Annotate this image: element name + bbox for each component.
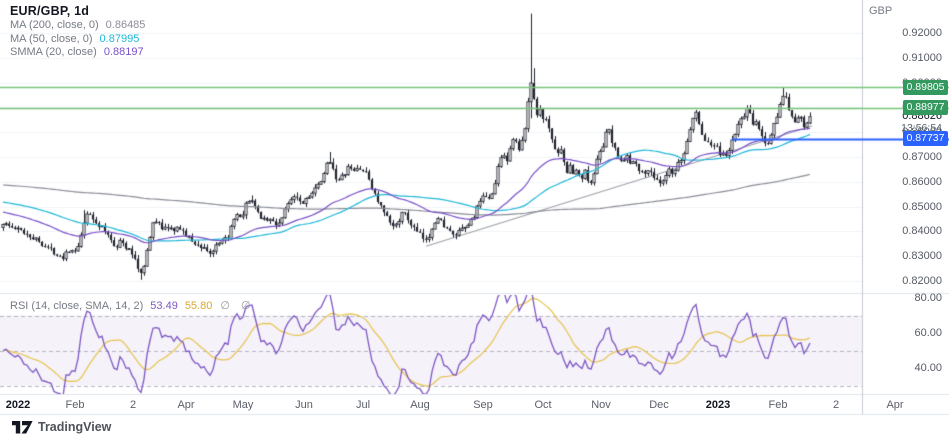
tradingview-chart-window: EUR/GBP, 1d MA (200, close, 0) 0.86485 MA… [0, 0, 949, 439]
time-axis-label: 2 [832, 399, 840, 411]
smma20-label: SMMA (20, close) [10, 46, 97, 58]
tradingview-wordmark: TradingView [38, 420, 112, 434]
support-level-badge[interactable]: 0.87737 [903, 131, 948, 147]
time-axis-label: Dec [649, 399, 669, 411]
price-axis-label: 0.91000 [902, 51, 942, 64]
legend-row-ma200[interactable]: MA (200, close, 0) 0.86485 [10, 19, 145, 33]
rsi-axis-label: 40.00 [914, 362, 942, 374]
rsi-value: 53.49 [150, 300, 178, 312]
price-axis-label: 0.87000 [902, 151, 942, 163]
price-axis-label: 0.83000 [902, 250, 942, 263]
alert-level-badge-2[interactable]: 0.88977 [903, 100, 948, 116]
chart-canvas[interactable] [0, 0, 949, 439]
legend-row-ma50[interactable]: MA (50, close, 0) 0.87995 [10, 33, 145, 47]
symbol-title[interactable]: EUR/GBP, 1d [10, 3, 145, 19]
time-axis-label: Jun [295, 399, 313, 411]
ma200-value: 0.86485 [105, 19, 146, 31]
price-axis-label: 0.86000 [902, 175, 942, 188]
price-axis-label: 0.85000 [902, 200, 942, 213]
time-axis-label: Apr [177, 399, 195, 411]
time-axis-label: Nov [591, 399, 611, 411]
time-axis-label: Oct [534, 399, 552, 411]
ma50-value: 0.87995 [99, 32, 140, 45]
legend-row-smma20[interactable]: SMMA (20, close) 0.88197 [10, 46, 145, 60]
ma200-label: MA (200, close, 0) [10, 19, 99, 31]
rsi-band-placeholders: ∅ ∅ [220, 300, 255, 312]
rsi-axis-label: 80.00 [914, 292, 942, 304]
alert-level-badge-1[interactable]: 0.89805 [903, 79, 948, 95]
rsi-legend-row[interactable]: RSI (14, close, SMA, 14, 2) 53.49 55.80 ∅ ∅ [10, 299, 255, 312]
price-axis-label: 0.82000 [902, 275, 942, 287]
time-axis-label: Jul [355, 399, 371, 411]
ma50-label: MA (50, close, 0) [10, 32, 93, 45]
time-axis-label: 2023 [705, 399, 731, 411]
price-axis-label: 0.84000 [902, 225, 942, 238]
smma20-value: 0.88197 [103, 46, 144, 58]
time-axis-label: 2 [129, 399, 137, 411]
time-axis-label: Apr [886, 399, 904, 411]
time-axis-label: Sep [473, 399, 493, 411]
chart-legend: EUR/GBP, 1d MA (200, close, 0) 0.86485 MA… [10, 3, 145, 60]
tradingview-logo[interactable]: TradingView [12, 420, 111, 434]
time-axis-label: 2022 [5, 399, 31, 411]
price-axis-label: 0.92000 [902, 27, 942, 39]
time-axis-label: May [232, 399, 254, 411]
rsi-sma-value: 55.80 [184, 300, 213, 312]
tradingview-mark-icon [12, 420, 33, 433]
time-axis-label: Aug [410, 399, 430, 411]
time-axis-label: Feb [65, 399, 85, 411]
price-scale-currency: GBP [869, 5, 893, 17]
rsi-label: RSI (14, close, SMA, 14, 2) [10, 300, 144, 312]
rsi-axis-label: 60.00 [914, 327, 942, 339]
time-axis-label: Feb [768, 399, 788, 411]
